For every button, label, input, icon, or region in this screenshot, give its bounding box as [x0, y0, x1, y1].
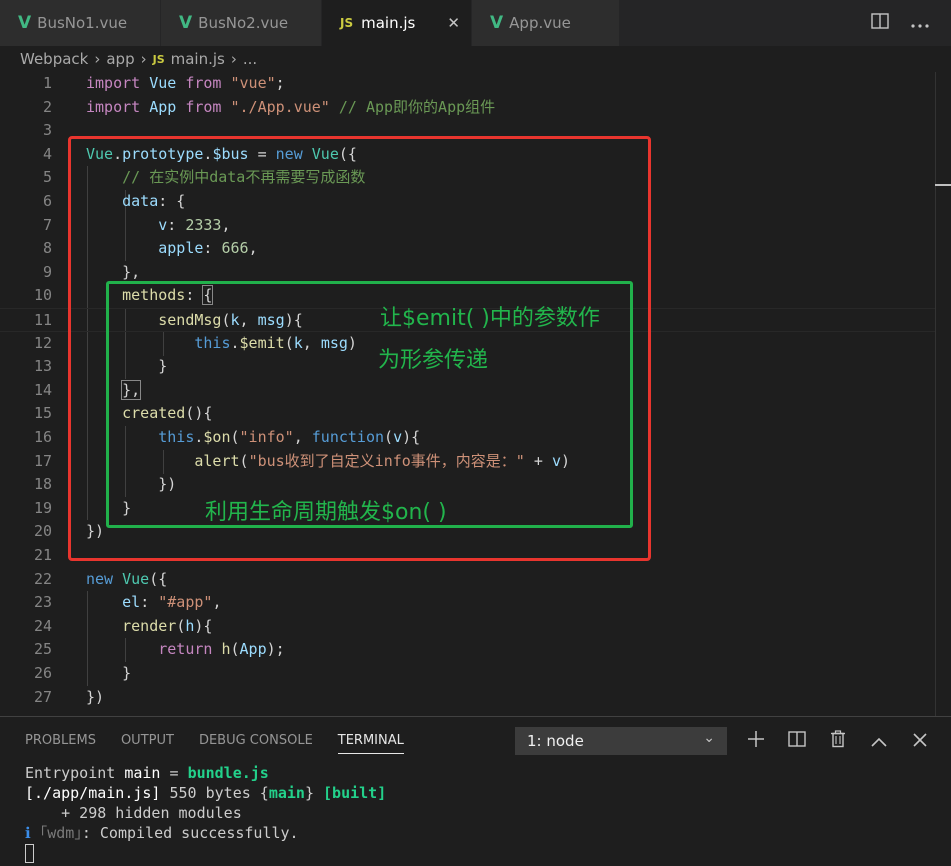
editor-tab-bar: V BusNo1.vue V BusNo2.vue JS main.js ✕ V… [0, 0, 951, 46]
scrollbar-cursor-marker [935, 184, 951, 186]
tab-label: App.vue [509, 14, 571, 32]
chevron-right-icon: › [140, 50, 147, 68]
code-line: 1 import Vue from "vue"; [42, 74, 285, 92]
breadcrumb-file[interactable]: main.js [171, 50, 225, 68]
vue-file-icon: V [18, 13, 32, 33]
chevron-right-icon: › [94, 50, 101, 68]
breadcrumb: Webpack › app › JS main.js › ... [0, 46, 951, 72]
js-file-icon: JS [340, 16, 354, 30]
tab-debug-console[interactable]: DEBUG CONSOLE [199, 733, 313, 754]
terminal-line: ℹ ｢wdm｣: Compiled successfully. [25, 824, 299, 842]
trash-icon[interactable] [828, 729, 848, 753]
chevron-right-icon: › [230, 50, 237, 68]
tab-label: BusNo2.vue [198, 14, 289, 32]
split-icon[interactable] [787, 730, 807, 752]
tab-problems[interactable]: PROBLEMS [25, 733, 96, 754]
code-line: 24 render(h){ [33, 616, 213, 635]
terminal-select-value: 1: node [527, 732, 584, 750]
terminal-line: Entrypoint main = bundle.js [25, 764, 269, 782]
tab-label: BusNo1.vue [37, 14, 128, 32]
terminal-cursor [25, 844, 34, 863]
panel-tabs: PROBLEMS OUTPUT DEBUG CONSOLE TERMINAL [25, 733, 404, 754]
code-line: 26 } [33, 664, 132, 682]
code-line: 22 new Vue({ [33, 569, 168, 588]
tab-busno2[interactable]: V BusNo2.vue [161, 0, 322, 46]
tab-busno1[interactable]: V BusNo1.vue [0, 0, 161, 46]
tab-label: main.js [361, 14, 416, 32]
more-actions-icon[interactable] [911, 14, 929, 33]
tab-terminal[interactable]: TERMINAL [337, 733, 404, 754]
breadcrumb-folder-webpack[interactable]: Webpack [20, 50, 88, 68]
js-file-icon: JS [152, 52, 165, 66]
terminal-line: + 298 hidden modules [25, 804, 242, 822]
terminal-select[interactable]: 1: node ⌄ [515, 727, 727, 755]
split-editor-icon[interactable] [871, 13, 889, 33]
chevron-down-icon: ⌄ [703, 730, 715, 746]
vue-file-icon: V [179, 13, 193, 33]
tab-main-js[interactable]: JS main.js ✕ [322, 0, 472, 46]
breadcrumb-more[interactable]: ... [243, 50, 257, 68]
tab-output[interactable]: OUTPUT [121, 733, 174, 754]
bottom-panel: PROBLEMS OUTPUT DEBUG CONSOLE TERMINAL 1… [0, 716, 951, 866]
code-line: 23 el: "#app", [33, 593, 222, 612]
code-line: 2 import App from "./App.vue" // App即你的Ap… [42, 97, 496, 116]
code-line: 25 return h(App); [33, 640, 285, 659]
close-icon[interactable] [910, 731, 930, 752]
editor-actions [871, 0, 929, 46]
editor-scrollbar[interactable] [935, 72, 936, 716]
emit-annotation: 让$emit( )中的参数作 [380, 306, 600, 331]
terminal-line: [./app/main.js] 550 bytes {main} [built] [25, 784, 387, 802]
breadcrumb-folder-app[interactable]: app [106, 50, 134, 68]
close-tab-icon[interactable]: ✕ [447, 14, 460, 32]
vue-file-icon: V [490, 13, 504, 33]
tab-app-vue[interactable]: V App.vue [472, 0, 620, 46]
chevron-up-icon[interactable] [869, 731, 889, 752]
terminal-output[interactable]: Entrypoint main = bundle.js [./app/main.… [25, 763, 386, 863]
panel-actions [746, 727, 930, 755]
add-icon[interactable] [746, 730, 766, 753]
on-annotation: 利用生命周期触发$on( ) [205, 500, 447, 525]
emit-annotation-line2: 为形参传递 [378, 348, 489, 373]
code-line: 27}) [33, 687, 105, 706]
